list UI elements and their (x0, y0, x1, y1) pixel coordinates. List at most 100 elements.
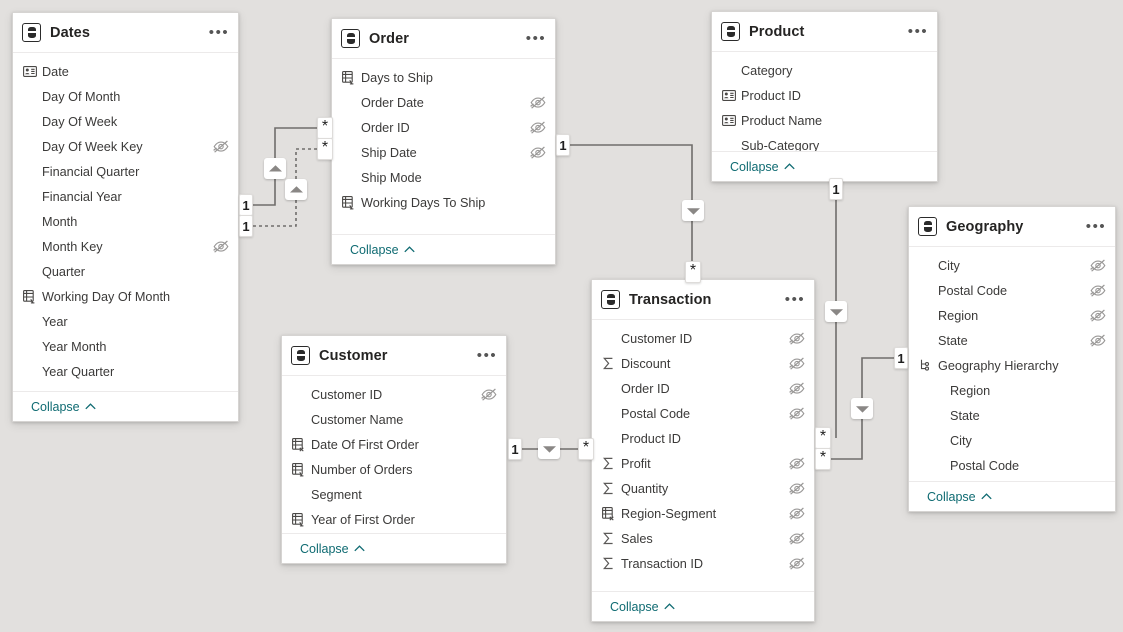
field-row[interactable]: Product ID (592, 426, 814, 451)
field-row[interactable]: Customer Name (282, 407, 506, 432)
table-header[interactable]: Transaction ••• (592, 280, 814, 320)
table-header[interactable]: Customer ••• (282, 336, 506, 376)
cardinality-one-geography-2[interactable]: 1 (894, 347, 908, 369)
field-row[interactable]: Financial Year (13, 184, 238, 209)
hidden-eye-icon[interactable] (530, 95, 546, 111)
table-header[interactable]: Dates ••• (13, 13, 238, 53)
hidden-eye-icon[interactable] (789, 381, 805, 397)
table-header[interactable]: Order ••• (332, 19, 555, 59)
field-row[interactable]: Customer ID (282, 382, 506, 407)
table-card-dates[interactable]: Dates ••• Date Day Of Month Day Of Week Day O… (12, 12, 239, 422)
model-view-canvas[interactable]: Dates ••• Date Day Of Month Day Of Week Day O… (0, 0, 1123, 632)
collapse-bar[interactable]: Collapse (712, 151, 937, 181)
table-header[interactable]: Product ••• (712, 12, 937, 52)
hidden-eye-icon[interactable] (789, 456, 805, 472)
field-row[interactable]: Region-Segment (592, 501, 814, 526)
field-row[interactable]: Working Days To Ship (332, 190, 555, 215)
field-row[interactable]: Day Of Month (13, 84, 238, 109)
cardinality-one-geography-1[interactable]: 1 (829, 178, 843, 200)
table-card-order[interactable]: Order ••• Days to Ship Order Date Order ID Sh… (331, 18, 556, 265)
field-row[interactable]: Date (13, 59, 238, 84)
table-more-options-button[interactable]: ••• (476, 346, 496, 366)
cross-filter-arrow-dates-order-2[interactable] (285, 179, 307, 200)
table-card-customer[interactable]: Customer ••• Customer ID Customer Name Date … (281, 335, 507, 564)
field-row[interactable]: Working Day Of Month (13, 284, 238, 309)
hidden-eye-icon[interactable] (789, 481, 805, 497)
collapse-bar[interactable]: Collapse (909, 481, 1115, 511)
table-card-product[interactable]: Product ••• Category Product ID Product Name… (711, 11, 938, 182)
field-row[interactable]: Profit (592, 451, 814, 476)
field-row[interactable]: Number of Orders (282, 457, 506, 482)
collapse-bar[interactable]: Collapse (332, 234, 555, 264)
table-card-transaction[interactable]: Transaction ••• Customer ID Discount Order I… (591, 279, 815, 622)
field-row[interactable]: State (909, 328, 1115, 353)
cardinality-many-transaction-geo-1[interactable]: * (815, 427, 831, 449)
cross-filter-arrow-geography-transaction-2[interactable] (851, 398, 873, 419)
field-row[interactable]: Quantity (592, 476, 814, 501)
field-row[interactable]: Year (13, 309, 238, 334)
cardinality-many-transaction-product[interactable]: * (685, 261, 701, 283)
collapse-label[interactable]: Collapse (730, 160, 779, 174)
cross-filter-arrow-customer-transaction[interactable] (538, 438, 560, 459)
field-row[interactable]: Product Name (712, 108, 937, 133)
collapse-label[interactable]: Collapse (610, 600, 659, 614)
collapse-label[interactable]: Collapse (300, 542, 349, 556)
field-row[interactable]: Day Of Week (13, 109, 238, 134)
field-row[interactable]: Day Of Week Key (13, 134, 238, 159)
field-row[interactable]: Postal Code (909, 278, 1115, 303)
hidden-eye-icon[interactable] (530, 120, 546, 136)
field-row[interactable]: Year Quarter (13, 359, 238, 384)
field-row[interactable]: Transaction ID (592, 551, 814, 576)
table-more-options-button[interactable]: ••• (784, 290, 804, 310)
field-row[interactable]: Region (909, 378, 1115, 403)
cardinality-one-product[interactable]: 1 (556, 134, 570, 156)
cardinality-many-transaction-geo-2[interactable]: * (815, 448, 831, 470)
field-row[interactable]: Ship Mode (332, 165, 555, 190)
cardinality-one-dates-order-1[interactable]: 1 (239, 194, 253, 216)
table-more-options-button[interactable]: ••• (907, 22, 927, 42)
cardinality-one-customer[interactable]: 1 (508, 438, 522, 460)
table-more-options-button[interactable]: ••• (525, 29, 545, 49)
field-row[interactable]: Order Date (332, 90, 555, 115)
field-row[interactable]: Segment (282, 482, 506, 507)
cardinality-many-order-2[interactable]: * (317, 138, 333, 160)
cardinality-one-dates-order-2[interactable]: 1 (239, 215, 253, 237)
cross-filter-arrow-dates-order-1[interactable] (264, 158, 286, 179)
hidden-eye-icon[interactable] (789, 356, 805, 372)
hidden-eye-icon[interactable] (213, 239, 229, 255)
field-row[interactable]: Month (13, 209, 238, 234)
cross-filter-arrow-geography-transaction-1[interactable] (825, 301, 847, 322)
hidden-eye-icon[interactable] (789, 331, 805, 347)
hidden-eye-icon[interactable] (789, 406, 805, 422)
field-row[interactable]: Days to Ship (332, 65, 555, 90)
field-row[interactable]: Category (712, 58, 937, 83)
hidden-eye-icon[interactable] (1090, 258, 1106, 274)
field-row[interactable]: Order ID (332, 115, 555, 140)
field-row[interactable]: Postal Code (909, 453, 1115, 478)
hidden-eye-icon[interactable] (213, 139, 229, 155)
collapse-label[interactable]: Collapse (350, 243, 399, 257)
hidden-eye-icon[interactable] (789, 531, 805, 547)
field-row[interactable]: State (909, 403, 1115, 428)
hidden-eye-icon[interactable] (1090, 333, 1106, 349)
collapse-bar[interactable]: Collapse (13, 391, 238, 421)
field-row[interactable]: Customer ID (592, 326, 814, 351)
field-row[interactable]: Ship Date (332, 140, 555, 165)
collapse-label[interactable]: Collapse (31, 400, 80, 414)
table-header[interactable]: Geography ••• (909, 207, 1115, 247)
field-row[interactable]: Geography Hierarchy (909, 353, 1115, 378)
collapse-bar[interactable]: Collapse (282, 533, 506, 563)
table-more-options-button[interactable]: ••• (1085, 217, 1105, 237)
hidden-eye-icon[interactable] (481, 387, 497, 403)
collapse-label[interactable]: Collapse (927, 490, 976, 504)
field-row[interactable]: Year Month (13, 334, 238, 359)
field-row[interactable]: City (909, 253, 1115, 278)
field-row[interactable]: Quarter (13, 259, 238, 284)
hidden-eye-icon[interactable] (789, 506, 805, 522)
field-row[interactable]: Sales (592, 526, 814, 551)
field-row[interactable]: Product ID (712, 83, 937, 108)
cardinality-many-transaction-customer[interactable]: * (578, 438, 594, 460)
hidden-eye-icon[interactable] (1090, 283, 1106, 299)
field-row[interactable]: Date Of First Order (282, 432, 506, 457)
table-more-options-button[interactable]: ••• (208, 23, 228, 43)
